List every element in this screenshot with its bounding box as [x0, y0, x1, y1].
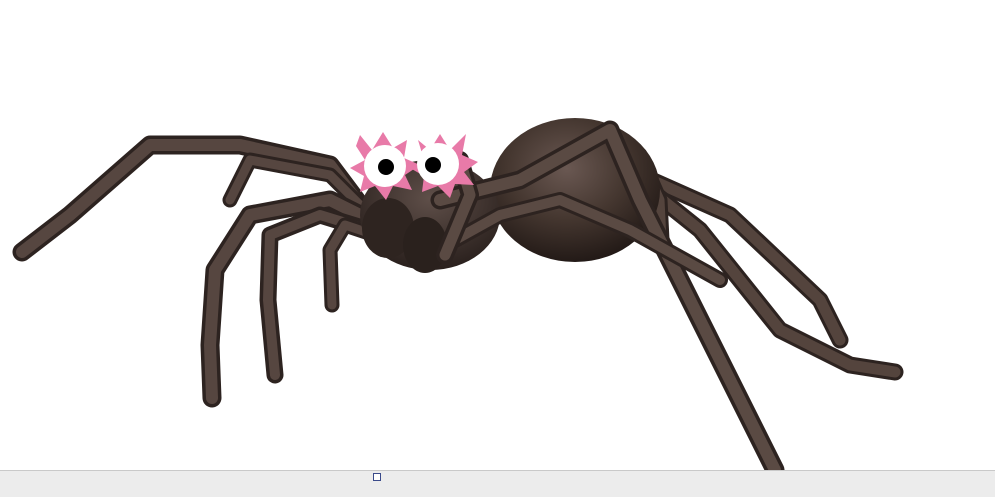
bottom-toolbar: [0, 470, 995, 497]
spider-legs-left: [12, 135, 398, 408]
spider-model[interactable]: [0, 0, 995, 470]
3d-viewport[interactable]: [0, 0, 995, 470]
resize-handle-icon[interactable]: [373, 473, 381, 481]
